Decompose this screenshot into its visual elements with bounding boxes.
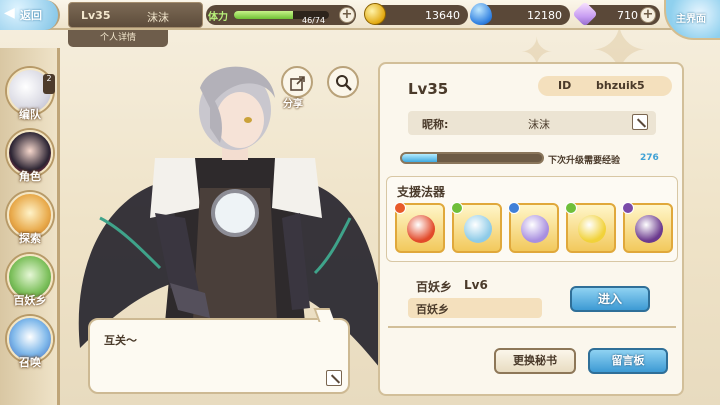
sidebar-item-label: 探索	[19, 232, 41, 245]
nickname-value: 沫沫	[528, 118, 550, 131]
guild-bar: 百妖乡	[408, 298, 542, 318]
stamina-value: 46/74	[302, 16, 326, 25]
add-stamina-button[interactable]: +	[339, 7, 355, 23]
sidebar-item-village[interactable]: 百妖乡	[5, 254, 55, 308]
exp-bar	[400, 152, 544, 164]
main-screen-label: 主界面	[676, 14, 706, 25]
main-screen-button[interactable]: 主界面	[664, 0, 720, 40]
back-label: 返回	[20, 9, 42, 22]
personal-details-label: 个人详情	[99, 33, 136, 43]
gem-icon	[470, 3, 492, 25]
share-icon	[290, 76, 305, 91]
sidebar-item-label: 编队	[19, 108, 41, 121]
golden-wand-artifact-icon	[578, 215, 606, 243]
share-button[interactable]	[281, 66, 313, 98]
back-button[interactable]: ◀ 返回	[0, 0, 60, 30]
gem-amount: 12180	[527, 9, 562, 22]
coin-icon	[364, 3, 386, 25]
coin-counter: 13640	[364, 3, 468, 25]
sidebar-item-explore[interactable]: 探索	[5, 192, 55, 246]
back-arrow-icon: ◀	[4, 5, 15, 21]
wind-element-icon	[451, 202, 463, 214]
sidebar-item-label: 角色	[19, 170, 41, 183]
edit-speech-icon[interactable]	[326, 370, 342, 386]
top-bar: ◀ 返回 Lv35 沫沫 体力 46/74 + 13640 12180 710 …	[0, 0, 720, 40]
guild-level: Lv6	[464, 278, 488, 292]
support-slot-5[interactable]	[622, 202, 673, 253]
wind-element-icon	[565, 202, 577, 214]
exp-label: 下次升级需要经验	[548, 156, 621, 166]
sidebar-item-summon[interactable]: 召唤	[5, 316, 55, 370]
speech-text: 互关～	[104, 334, 137, 347]
share-label: 分享	[283, 99, 303, 110]
support-slot-1[interactable]	[394, 202, 445, 253]
nickname-label: 昵称:	[422, 118, 449, 131]
id-value: bhzuik5	[596, 79, 645, 92]
player-level: Lv35	[81, 9, 111, 22]
stamina-bar: 体力 46/74 +	[206, 5, 356, 25]
crystal-counter: 710 +	[572, 1, 660, 27]
water-element-icon	[508, 202, 520, 214]
stamina-label: 体力	[208, 12, 228, 23]
support-slot-4[interactable]	[565, 202, 616, 253]
support-artifacts-box: 支援法器	[386, 176, 678, 262]
panel-divider	[388, 326, 676, 328]
team-count-badge: 2	[43, 74, 55, 94]
stamina-fill	[234, 11, 293, 19]
exp-fill	[402, 154, 437, 162]
change-secretary-button[interactable]: 更换秘书	[494, 348, 576, 374]
support-slot-2[interactable]	[451, 202, 502, 253]
nickname-row: 昵称: 沫沫	[408, 111, 656, 135]
left-sidebar: 2 编队 角色 探索 百妖乡 召唤	[0, 48, 60, 405]
speech-bubble: 互关～	[88, 308, 350, 394]
support-title: 支援法器	[397, 185, 446, 199]
profile-level: Lv35	[408, 80, 449, 98]
dark-pot-artifact-icon	[635, 215, 663, 243]
enter-village-button[interactable]: 进入	[570, 286, 650, 312]
profile-panel: Lv35 ID bhzuik5 昵称: 沫沫 下次升级需要经验 276 支援法器…	[378, 62, 684, 396]
guild-name: 百妖乡	[416, 280, 453, 294]
support-slot-3[interactable]	[508, 202, 559, 253]
crystal-amount: 710	[617, 9, 638, 22]
personal-details-tab[interactable]: 个人详情	[68, 30, 168, 47]
guild-bar-text: 百妖乡	[416, 303, 449, 316]
sidebar-item-team[interactable]: 2 编队	[5, 68, 55, 122]
id-label: ID	[558, 79, 572, 92]
crystal-shard-artifact-icon	[464, 215, 492, 243]
sidebar-item-characters[interactable]: 角色	[5, 130, 55, 184]
dark-element-icon	[622, 202, 634, 214]
player-id-pill: ID bhzuik5	[538, 76, 672, 96]
sidebar-item-label: 百妖乡	[13, 294, 47, 307]
add-crystal-button[interactable]: +	[640, 7, 656, 23]
coin-amount: 13640	[425, 9, 460, 22]
message-board-button[interactable]: 留言板	[588, 348, 668, 374]
red-bag-artifact-icon	[407, 215, 435, 243]
sidebar-item-label: 召唤	[19, 356, 41, 369]
edit-nickname-icon[interactable]	[632, 114, 648, 130]
player-name: 沫沫	[147, 11, 169, 24]
exp-value: 276	[640, 153, 659, 163]
spiral-feather-artifact-icon	[521, 215, 549, 243]
player-name-plate: Lv35 沫沫	[68, 2, 203, 28]
magnifier-icon	[336, 75, 352, 91]
crystal-icon	[572, 1, 598, 27]
gem-counter: 12180	[470, 3, 570, 25]
fire-element-icon	[394, 202, 406, 214]
zoom-button[interactable]	[327, 66, 359, 98]
